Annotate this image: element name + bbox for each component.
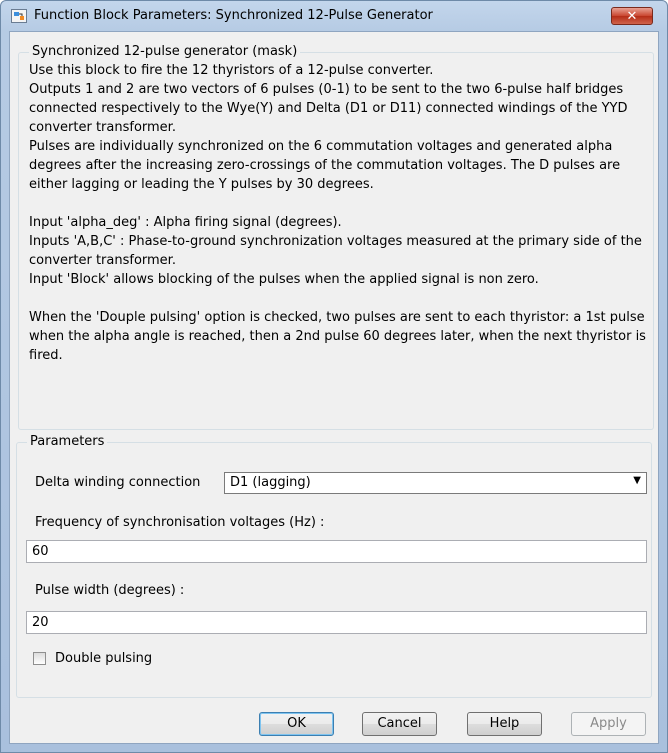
close-button[interactable]: ✕ <box>611 7 653 25</box>
simulink-app-icon <box>11 9 27 23</box>
mask-description: Use this block to fire the 12 thyristors… <box>29 61 649 365</box>
frequency-label: Frequency of synchronisation voltages (H… <box>35 515 325 530</box>
description-paragraph: Use this block to fire the 12 thyristors… <box>29 63 628 192</box>
cancel-button[interactable]: Cancel <box>362 712 437 736</box>
window-title: Function Block Parameters: Synchronized … <box>34 8 433 23</box>
double-pulsing-checkbox[interactable] <box>33 652 46 665</box>
chevron-down-icon: ▼ <box>633 475 641 486</box>
delta-winding-label: Delta winding connection <box>35 475 201 490</box>
description-paragraph: When the 'Douple pulsing' option is chec… <box>29 310 646 363</box>
frequency-value: 60 <box>32 544 49 559</box>
help-button[interactable]: Help <box>467 712 542 736</box>
double-pulsing-label[interactable]: Double pulsing <box>55 651 152 666</box>
delta-winding-value: D1 (lagging) <box>230 475 311 490</box>
frequency-input[interactable]: 60 <box>26 540 647 563</box>
mask-group-title: Synchronized 12-pulse generator (mask) <box>29 44 301 59</box>
pulse-width-input[interactable]: 20 <box>26 611 647 634</box>
apply-button[interactable]: Apply <box>571 712 646 736</box>
pulse-width-label: Pulse width (degrees) : <box>35 583 185 598</box>
parameters-group-title: Parameters <box>27 434 108 449</box>
pulse-width-value: 20 <box>32 615 49 630</box>
description-paragraph: Input 'alpha_deg' : Alpha firing signal … <box>29 215 642 287</box>
title-bar[interactable]: Function Block Parameters: Synchronized … <box>1 1 667 31</box>
ok-button[interactable]: OK <box>259 712 334 736</box>
close-icon: ✕ <box>626 9 638 24</box>
delta-winding-select[interactable]: D1 (lagging) ▼ <box>224 472 647 494</box>
